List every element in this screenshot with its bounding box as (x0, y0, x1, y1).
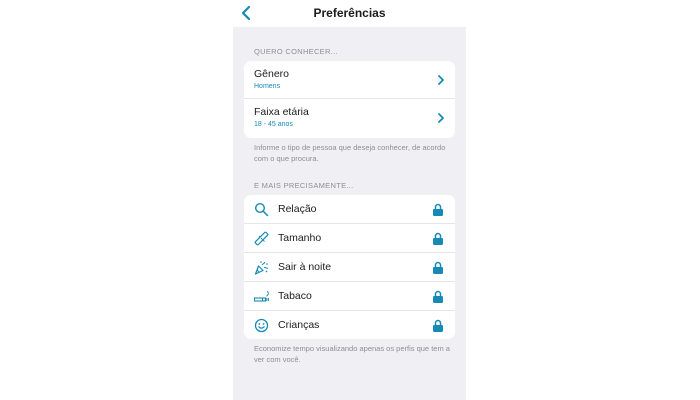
ruler-icon (254, 231, 269, 246)
row-tabaco[interactable]: Tabaco (244, 282, 455, 311)
row-genero[interactable]: Gênero Homens (244, 61, 455, 99)
lock-icon (433, 203, 443, 216)
criteria-card: Gênero Homens Faixa etária 18 - 45 anos (244, 61, 455, 138)
party-popper-icon (254, 261, 269, 275)
row-title: Faixa etária (254, 106, 309, 118)
section-label-quero-conhecer: QUERO CONHECER... (254, 47, 338, 56)
row-faixa-etaria[interactable]: Faixa etária 18 - 45 anos (244, 99, 455, 138)
row-label: Tabaco (278, 290, 312, 302)
lock-icon (433, 290, 443, 303)
lock-icon (433, 319, 443, 332)
nav-bar: Preferências (233, 0, 466, 27)
lock-icon (433, 261, 443, 274)
row-relacao[interactable]: Relação (244, 195, 455, 224)
row-title: Gênero (254, 68, 290, 80)
help-text-filters: Economize tempo visualizando apenas os p… (254, 344, 450, 364)
row-value: Homens (254, 83, 281, 90)
row-label: Crianças (278, 319, 320, 331)
section-label-mais-precisamente: E MAIS PRECISAMENTE... (254, 181, 354, 190)
cigarette-icon (254, 290, 269, 302)
row-value: 18 - 45 anos (254, 121, 293, 128)
row-label: Tamanho (278, 232, 322, 244)
smiley-icon (254, 318, 269, 333)
row-tamanho[interactable]: Tamanho (244, 224, 455, 253)
page-title: Preferências (313, 6, 386, 20)
row-label: Sair à noite (278, 261, 332, 273)
chevron-right-icon (438, 75, 444, 85)
preferences-screen: Preferências QUERO CONHECER... Gênero Ho… (233, 0, 466, 400)
search-icon (254, 202, 269, 217)
row-sair-a-noite[interactable]: Sair à noite (244, 253, 455, 282)
filters-card: Relação Tamanho Sair à noite Tabaco Cria… (244, 195, 455, 339)
help-text-criteria: Informe o tipo de pessoa que deseja conh… (254, 143, 446, 163)
chevron-right-icon (438, 113, 444, 123)
row-criancas[interactable]: Crianças (244, 311, 455, 339)
row-label: Relação (278, 203, 317, 215)
lock-icon (433, 232, 443, 245)
